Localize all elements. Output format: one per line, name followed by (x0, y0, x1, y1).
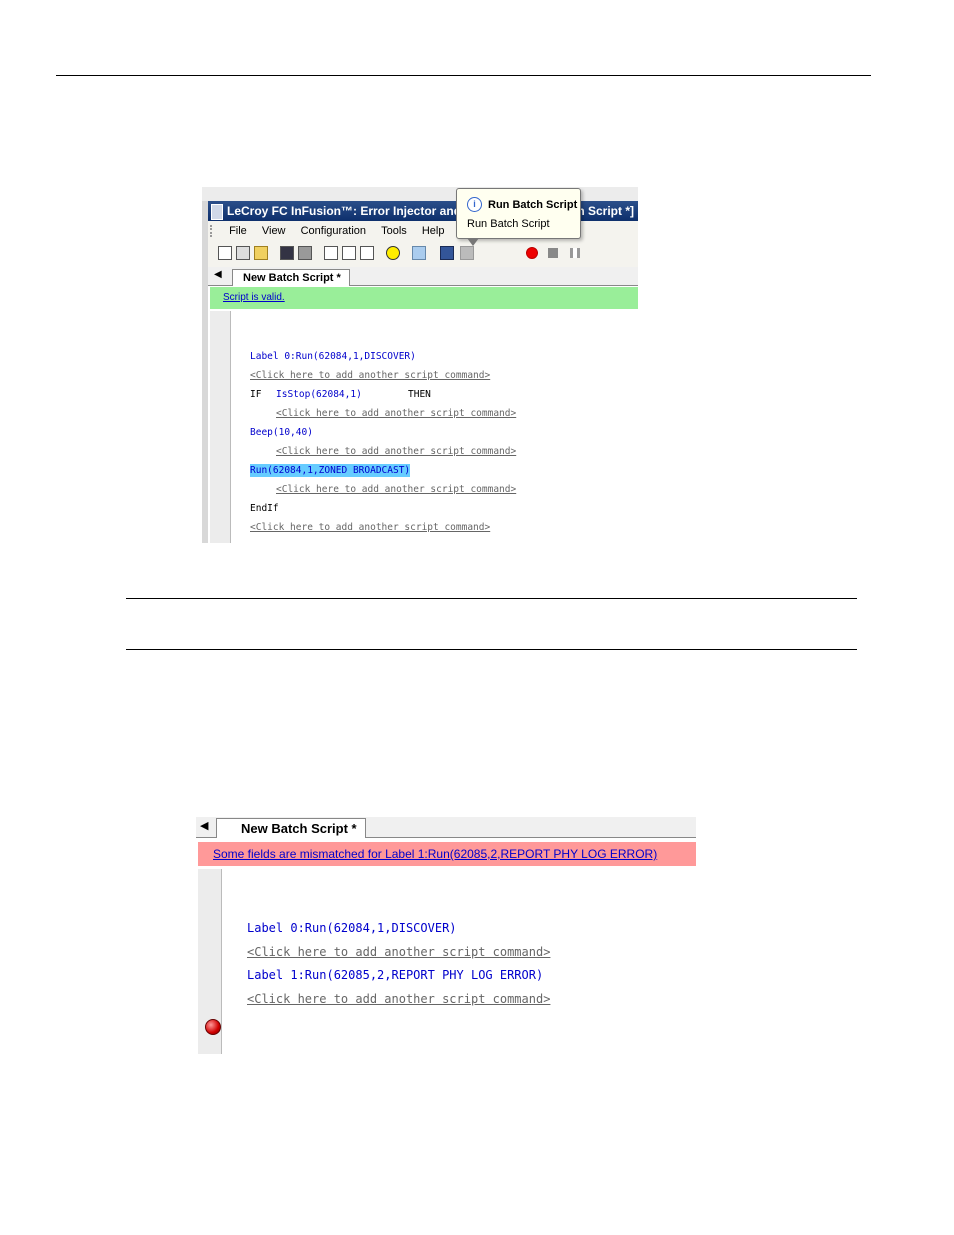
script-keyword-then[interactable]: THEN (408, 389, 431, 400)
list-view-icon[interactable] (324, 246, 338, 260)
script-line[interactable]: Label 0:Run(62084,1,DISCOVER) (247, 921, 457, 935)
new-template-icon[interactable] (236, 246, 250, 260)
menu-configuration[interactable]: Configuration (301, 225, 366, 237)
stop-batch-icon[interactable] (460, 246, 474, 260)
script-condition[interactable]: IsStop(62084,1) (276, 389, 362, 400)
add-command-placeholder[interactable]: <Click here to add another script comman… (276, 446, 516, 457)
menu-help[interactable]: Help (422, 225, 445, 237)
menu-grip-icon (210, 225, 214, 238)
tab-new-batch-script[interactable]: New Batch Script * (232, 269, 350, 286)
tooltip-pointer (467, 238, 479, 246)
script-line[interactable]: Beep(10,40) (250, 427, 313, 438)
script-line-selected[interactable]: Run(62084,1,ZONED BROADCAST) (250, 464, 411, 477)
tab-new-batch-script[interactable]: New Batch Script * (216, 818, 366, 838)
script-line[interactable]: Label 0:Run(62084,1,DISCOVER) (250, 351, 416, 362)
toolbar (208, 241, 638, 267)
save-icon[interactable] (280, 246, 294, 260)
tab-scroll-left-icon[interactable]: ◀ (200, 819, 208, 832)
status-banner: Script is valid. (210, 287, 638, 309)
open-folder-icon[interactable] (254, 246, 268, 260)
run-batch-script-icon[interactable] (440, 246, 454, 260)
menu-view[interactable]: View (262, 225, 286, 237)
tab-row: ◀ New Batch Script * (196, 817, 696, 838)
screenshot-script-valid: LeCroy FC InFusion™: Error Injector and … (202, 187, 638, 543)
script-line-error[interactable]: Label 1:Run(62085,2,REPORT PHY LOG ERROR… (247, 968, 543, 982)
add-command-placeholder[interactable]: <Click here to add another script comman… (247, 992, 550, 1006)
protocol-icon[interactable] (386, 246, 400, 260)
error-marker-icon (205, 1019, 221, 1035)
print-icon[interactable] (298, 246, 312, 260)
info-icon: i (467, 197, 482, 212)
pause-icon[interactable] (570, 248, 580, 258)
run-batch-script-tooltip: i Run Batch Script Run Batch Script (456, 188, 581, 246)
add-command-placeholder[interactable]: <Click here to add another script comman… (250, 370, 490, 381)
add-command-placeholder[interactable]: <Click here to add another script comman… (276, 408, 516, 419)
add-command-placeholder[interactable]: <Click here to add another script comman… (276, 484, 516, 495)
new-file-icon[interactable] (218, 246, 232, 260)
note-rule-top (126, 598, 857, 599)
error-link[interactable]: Some fields are mismatched for Label 1:R… (213, 847, 657, 861)
tab-row: ◀ New Batch Script * (208, 267, 638, 286)
screenshot-mismatch-error: ◀ New Batch Script * Some fields are mis… (196, 817, 696, 1054)
status-link[interactable]: Script is valid. (223, 292, 285, 303)
add-command-placeholder[interactable]: <Click here to add another script comman… (250, 522, 490, 533)
line-gutter (198, 869, 222, 1054)
menu-file[interactable]: File (229, 225, 247, 237)
add-command-placeholder[interactable]: <Click here to add another script comman… (247, 945, 550, 959)
note-rule-bottom (126, 649, 857, 650)
script-keyword-if[interactable]: IF (250, 389, 261, 400)
header-rule (56, 75, 871, 76)
stop-icon[interactable] (548, 248, 558, 258)
error-banner: Some fields are mismatched for Label 1:R… (198, 842, 696, 866)
window-title-tail: h Script *] (577, 204, 634, 218)
script-keyword-endif[interactable]: EndIf (250, 503, 279, 514)
brain-icon[interactable] (412, 246, 426, 260)
app-icon (211, 203, 223, 220)
tooltip-body: Run Batch Script (467, 218, 550, 230)
tooltip-title: Run Batch Script (488, 199, 578, 211)
window-title: LeCroy FC InFusion™: Error Injector and … (227, 204, 483, 218)
edit-icon[interactable] (360, 246, 374, 260)
record-icon[interactable] (526, 247, 538, 259)
line-gutter (210, 311, 231, 543)
detail-view-icon[interactable] (342, 246, 356, 260)
tab-scroll-left-icon[interactable]: ◀ (214, 269, 222, 280)
menu-tools[interactable]: Tools (381, 225, 407, 237)
